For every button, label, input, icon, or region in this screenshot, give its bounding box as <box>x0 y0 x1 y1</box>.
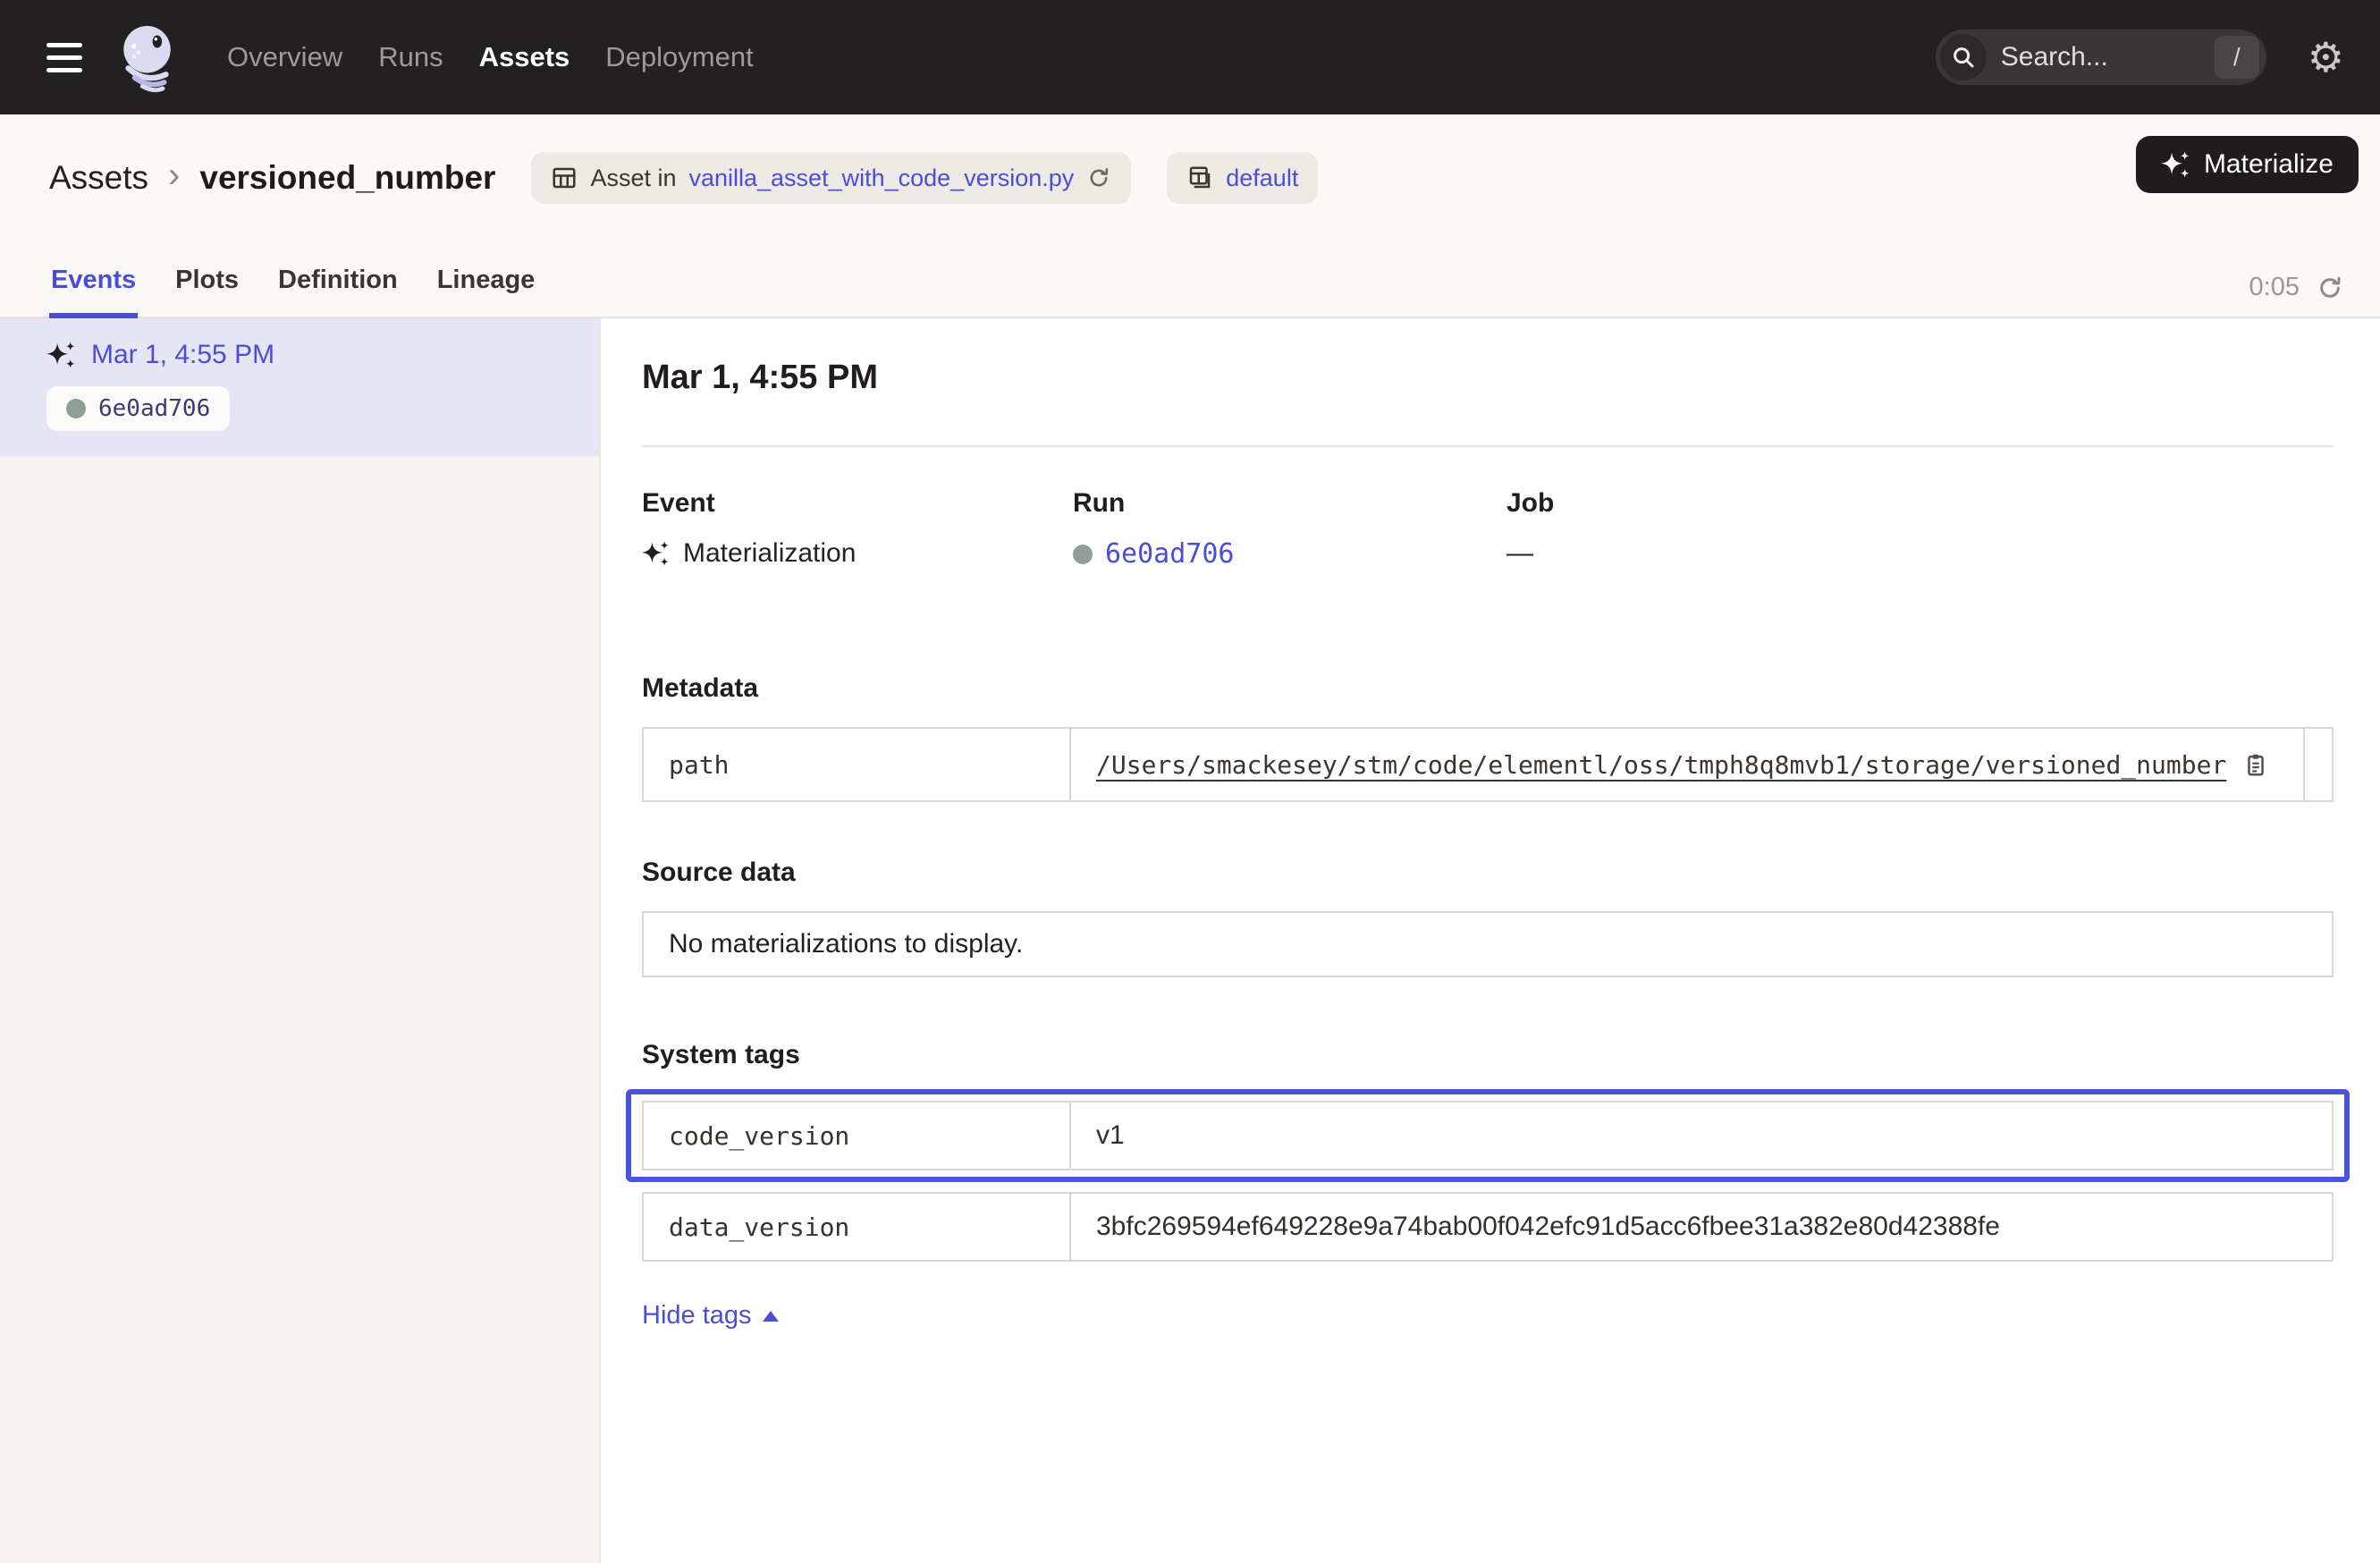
table-grid-icon <box>551 165 578 191</box>
settings-gear-icon[interactable]: ⚙ <box>2308 37 2344 78</box>
run-status-dot <box>1073 545 1093 564</box>
dagster-logo-icon[interactable] <box>113 20 188 95</box>
table-actions-gutter <box>2303 729 2332 800</box>
refresh-countdown: 0:05 <box>2249 273 2300 302</box>
source-data-empty-state: No materializations to display. <box>642 911 2334 977</box>
search-shortcut-badge: / <box>2215 36 2259 79</box>
tag-key: code_version <box>644 1103 1071 1169</box>
breadcrumb: Assets › versioned_number Asset in vanil… <box>0 114 2380 204</box>
sparkle-icon <box>2161 149 2191 180</box>
asset-group-icon <box>1186 165 1213 191</box>
asset-definition-pill: Asset in vanilla_asset_with_code_version… <box>531 152 1131 204</box>
asset-pill-prefix: Asset in <box>590 165 676 192</box>
event-detail-panel: Mar 1, 4:55 PM Event Materialization Run <box>601 318 2380 1563</box>
primary-nav: Overview Runs Assets Deployment <box>227 41 754 73</box>
event-type-value: Materialization <box>683 538 856 569</box>
asset-group-pill: default <box>1167 152 1318 204</box>
search-bar[interactable]: / <box>1936 30 2266 85</box>
code-location-link[interactable]: vanilla_asset_with_code_version.py <box>688 165 1074 192</box>
table-row-code-version: code_version v1 <box>642 1101 2334 1170</box>
events-sidebar: Mar 1, 4:55 PM 6e0ad706 <box>0 318 601 1563</box>
asset-header: Assets › versioned_number Asset in vanil… <box>0 114 2380 318</box>
metadata-table: path /Users/smackesey/stm/code/elementl/… <box>642 727 2334 802</box>
run-status-dot <box>66 399 86 418</box>
breadcrumb-chevron-icon: › <box>168 157 180 199</box>
run-column-label: Run <box>1073 488 1506 519</box>
breadcrumb-assets-link[interactable]: Assets <box>49 159 148 197</box>
nav-item-overview[interactable]: Overview <box>227 41 342 73</box>
path-link[interactable]: /Users/smackesey/stm/code/elementl/oss/t… <box>1096 750 2226 780</box>
tab-definition[interactable]: Definition <box>276 249 400 317</box>
search-input[interactable] <box>1987 42 2215 72</box>
tag-value: v1 <box>1096 1120 1125 1151</box>
asset-group-link[interactable]: default <box>1226 165 1298 192</box>
materialize-button[interactable]: Materialize <box>2136 136 2359 193</box>
reload-code-location-icon[interactable] <box>1086 165 1111 190</box>
event-column-label: Event <box>642 488 1073 519</box>
metadata-key: path <box>644 729 1071 800</box>
search-icon <box>1940 34 1987 80</box>
system-tags-table: code_version v1 data_version 3bfc269594e… <box>642 1101 2334 1262</box>
event-run-pill[interactable]: 6e0ad706 <box>46 386 230 431</box>
copy-icon[interactable] <box>2242 751 2269 778</box>
materialization-sparkle-icon <box>642 539 671 568</box>
table-row-data-version: data_version 3bfc269594ef649228e9a74bab0… <box>642 1192 2334 1262</box>
event-summary: Event Materialization Run 6e0ad706 <box>642 488 2334 570</box>
system-tags-heading: System tags <box>642 1040 2334 1070</box>
caret-up-icon <box>763 1311 779 1322</box>
tab-events[interactable]: Events <box>49 249 138 317</box>
materialization-sparkle-icon <box>46 340 77 370</box>
tag-key: data_version <box>644 1194 1071 1260</box>
table-row: path /Users/smackesey/stm/code/elementl/… <box>644 729 2332 800</box>
event-detail-title: Mar 1, 4:55 PM <box>642 358 2334 397</box>
empty-message: No materializations to display. <box>669 929 1023 959</box>
hide-tags-label: Hide tags <box>642 1301 752 1331</box>
hamburger-menu-icon[interactable] <box>46 43 82 72</box>
nav-item-assets[interactable]: Assets <box>479 41 570 73</box>
asset-tabs: Events Plots Definition Lineage <box>49 249 536 317</box>
job-column-label: Job <box>1506 488 1554 519</box>
job-value: — <box>1506 538 1533 569</box>
refresh-status: 0:05 <box>2249 273 2344 302</box>
tab-plots[interactable]: Plots <box>173 249 241 317</box>
nav-item-runs[interactable]: Runs <box>378 41 443 73</box>
refresh-icon[interactable] <box>2316 274 2344 302</box>
event-list-item[interactable]: Mar 1, 4:55 PM 6e0ad706 <box>0 318 599 456</box>
page-title: versioned_number <box>199 159 495 197</box>
metadata-heading: Metadata <box>642 673 2334 704</box>
run-id: 6e0ad706 <box>98 395 210 422</box>
source-data-heading: Source data <box>642 858 2334 888</box>
tag-value: 3bfc269594ef649228e9a74bab00f042efc91d5a… <box>1096 1212 2000 1242</box>
hide-tags-link[interactable]: Hide tags <box>642 1301 779 1331</box>
materialize-button-label: Materialize <box>2204 149 2334 180</box>
divider <box>642 445 2334 447</box>
highlighted-row-focus-ring: code_version v1 <box>642 1101 2334 1170</box>
top-nav: Overview Runs Assets Deployment / ⚙ <box>0 0 2380 114</box>
event-timestamp: Mar 1, 4:55 PM <box>91 340 274 370</box>
nav-item-deployment[interactable]: Deployment <box>605 41 753 73</box>
run-id-link[interactable]: 6e0ad706 <box>1105 538 1235 570</box>
tab-lineage[interactable]: Lineage <box>435 249 537 317</box>
